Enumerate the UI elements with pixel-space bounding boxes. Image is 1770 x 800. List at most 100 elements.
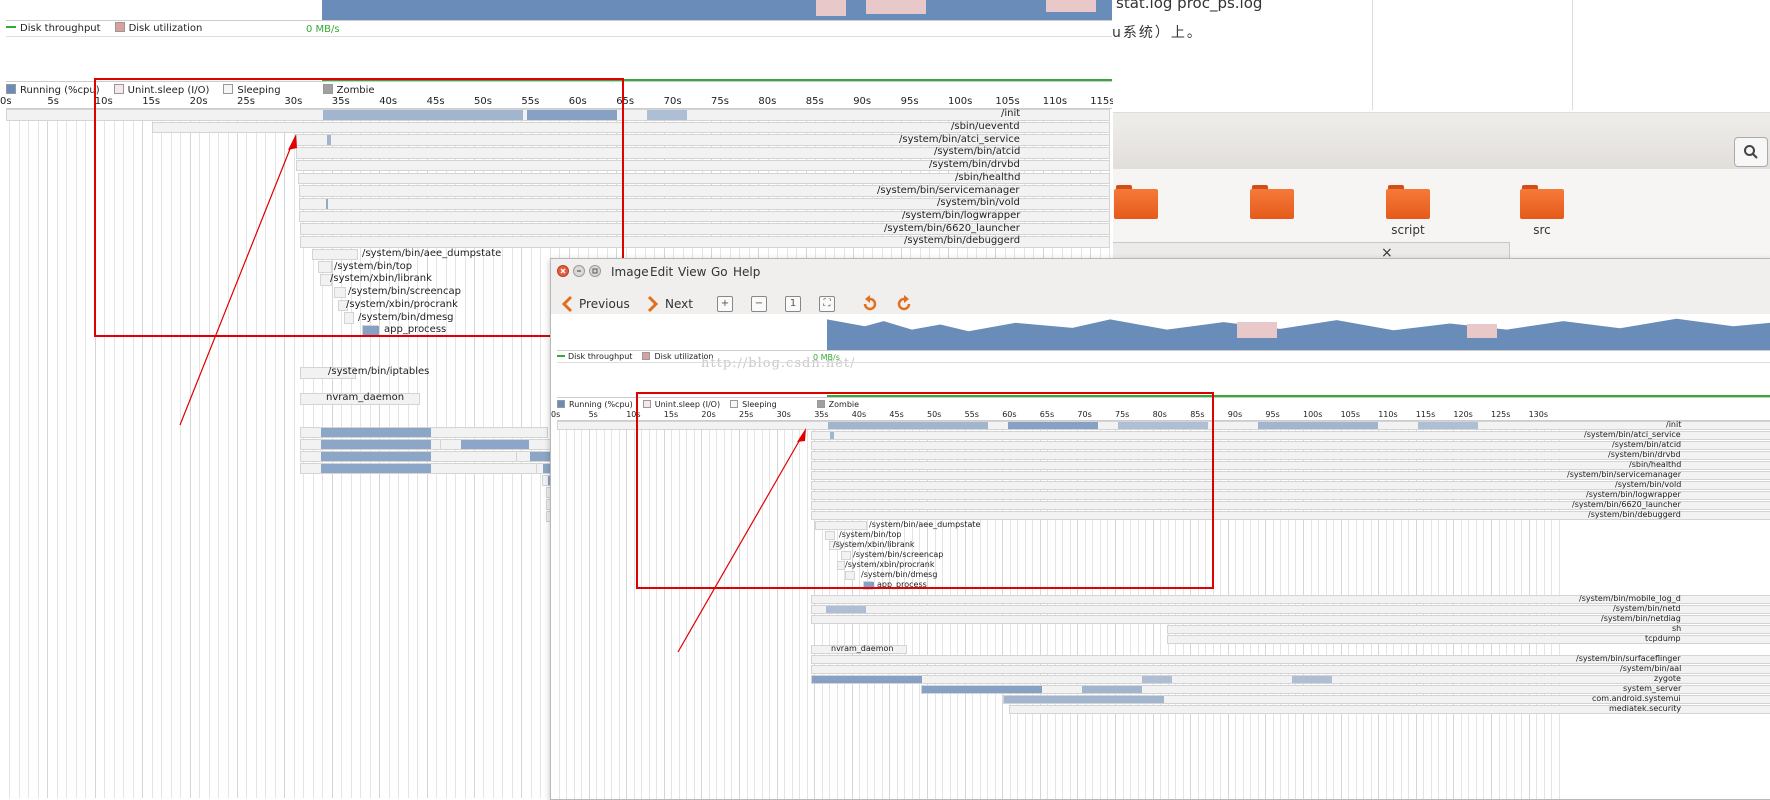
process-label: /system/bin/servicemanager bbox=[1567, 470, 1681, 479]
process-bar bbox=[440, 439, 554, 450]
process-label: nvram_daemon bbox=[831, 644, 894, 653]
folder-item-src[interactable]: src bbox=[1516, 185, 1576, 245]
doc-divider bbox=[1372, 0, 1373, 110]
cpu-activity bbox=[321, 428, 431, 437]
throughput-swatch-icon bbox=[6, 25, 16, 28]
search-button[interactable] bbox=[1734, 137, 1768, 167]
rotate-right-button[interactable] bbox=[895, 293, 913, 315]
zoom-fit-button[interactable]: ⛶ bbox=[819, 293, 835, 315]
grid-line bbox=[611, 421, 613, 799]
grid-line bbox=[603, 421, 605, 799]
grid-line bbox=[37, 109, 39, 798]
window-minimize-button[interactable] bbox=[573, 265, 585, 277]
time-tick-label: 80s bbox=[758, 96, 777, 107]
io-wait-area bbox=[1046, 0, 1096, 12]
process-label: /system/bin/6620_launcher bbox=[884, 222, 1020, 234]
folder-item[interactable] bbox=[1110, 185, 1170, 245]
maximize-icon bbox=[592, 268, 598, 274]
grid-line bbox=[28, 109, 30, 798]
folder-item-script[interactable]: script bbox=[1382, 185, 1442, 245]
cpu-activity bbox=[1258, 422, 1378, 429]
cpu-activity bbox=[826, 606, 866, 613]
cpu-activity bbox=[461, 440, 530, 449]
grid-line bbox=[47, 109, 49, 798]
file-manager-toolbar bbox=[1110, 113, 1770, 169]
time-tick-label: 125s bbox=[1491, 410, 1511, 419]
zoom-in-button[interactable]: + bbox=[717, 293, 733, 315]
rotate-left-button[interactable] bbox=[861, 293, 879, 315]
folder-icon bbox=[1386, 185, 1430, 219]
zoom-normal-button[interactable]: 1 bbox=[785, 293, 801, 315]
cpu-activity bbox=[321, 452, 431, 461]
arrow-right-icon bbox=[647, 295, 659, 313]
menu-view[interactable]: View bbox=[678, 265, 706, 279]
disk-legend: Disk throughput Disk utilization bbox=[6, 22, 202, 34]
background-document: stat.log proc_ps.log u系统）上。 bbox=[1110, 0, 1770, 120]
time-tick-label: 95s bbox=[1265, 410, 1280, 419]
search-icon bbox=[1744, 145, 1758, 159]
time-tick-label: 105s bbox=[1340, 410, 1361, 419]
menu-edit[interactable]: Edit bbox=[650, 265, 673, 279]
cpu-activity bbox=[1004, 696, 1164, 703]
window-maximize-button[interactable] bbox=[589, 265, 601, 277]
next-button[interactable]: Next bbox=[647, 293, 693, 315]
time-tick-label: 120s bbox=[1453, 410, 1473, 419]
cpu-activity bbox=[812, 676, 922, 683]
grid-line bbox=[596, 421, 598, 799]
rotate-left-icon bbox=[863, 295, 877, 311]
grid-line bbox=[626, 421, 628, 799]
viewer-legend-disk-throughput: Disk throughput bbox=[557, 352, 632, 361]
process-label: /system/bin/drvbd bbox=[1608, 450, 1681, 459]
process-bar bbox=[300, 463, 550, 474]
viewer-disk-legend: Disk throughput Disk utilization bbox=[557, 352, 713, 361]
cpu-graph bbox=[6, 0, 1112, 21]
process-label: zygote bbox=[1654, 674, 1681, 683]
menu-bar: Image Edit View Go Help bbox=[551, 259, 1770, 285]
grid-line bbox=[9, 109, 11, 798]
file-manager-window: script src bbox=[1110, 112, 1770, 263]
process-label: system_server bbox=[1623, 684, 1682, 693]
grid-line bbox=[66, 109, 68, 798]
process-label: /system/bin/6620_launcher bbox=[1572, 500, 1681, 509]
process-label: com.android.systemui bbox=[1592, 694, 1681, 703]
cpu-activity bbox=[321, 464, 431, 473]
legend-disk-utilization: Disk utilization bbox=[114, 22, 202, 34]
cpu-activity bbox=[647, 110, 687, 120]
process-label: /system/bin/debuggerd bbox=[1588, 510, 1681, 519]
menu-image[interactable]: Image bbox=[611, 265, 649, 279]
window-close-button[interactable] bbox=[557, 265, 569, 277]
folder-label: script bbox=[1391, 223, 1425, 237]
process-label: /system/bin/atci_service bbox=[1584, 430, 1681, 439]
previous-button[interactable]: Previous bbox=[561, 293, 630, 315]
menu-go[interactable]: Go bbox=[711, 265, 728, 279]
grid-line bbox=[558, 421, 560, 799]
process-label: /init bbox=[1666, 420, 1682, 429]
time-tick-label: 75s bbox=[711, 96, 729, 107]
menu-help[interactable]: Help bbox=[733, 265, 760, 279]
doc-text-top: stat.log proc_ps.log bbox=[1116, 0, 1263, 12]
folder-item[interactable] bbox=[1246, 185, 1306, 245]
annotation-arrow bbox=[179, 134, 297, 426]
utilization-swatch-icon bbox=[114, 22, 125, 32]
process-label: /system/bin/iptables bbox=[328, 366, 430, 378]
process-label: /system/bin/atci_service bbox=[899, 133, 1020, 145]
grid-line bbox=[56, 109, 58, 798]
legend-running: Running (%cpu) bbox=[6, 84, 100, 96]
doc-divider bbox=[1572, 0, 1573, 110]
process-label: /system/bin/aal bbox=[1620, 664, 1682, 673]
cpu-activity bbox=[1142, 676, 1172, 683]
cpu-activity bbox=[1418, 422, 1478, 429]
io-wait-area bbox=[866, 0, 926, 14]
cpu-activity bbox=[922, 686, 1042, 693]
running-swatch-icon bbox=[6, 84, 16, 94]
close-icon bbox=[560, 268, 566, 274]
rotate-right-icon bbox=[897, 295, 911, 311]
arrow-left-icon bbox=[561, 295, 573, 313]
viewer-io-wait-area bbox=[1237, 322, 1277, 338]
running-swatch-icon bbox=[557, 400, 565, 408]
grid-line bbox=[618, 421, 620, 799]
folder-icon bbox=[1250, 185, 1294, 219]
zoom-out-button[interactable]: − bbox=[751, 293, 767, 315]
minimize-icon bbox=[577, 270, 581, 272]
viewer-io-wait-area bbox=[1467, 324, 1497, 338]
